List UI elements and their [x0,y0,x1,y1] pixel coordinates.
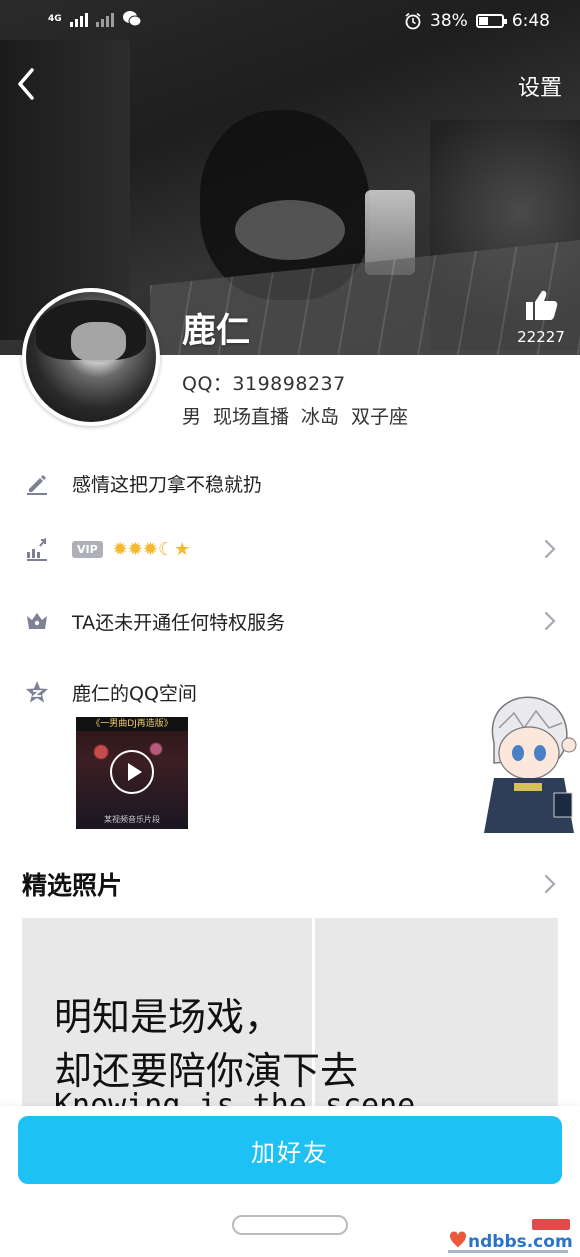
featured-photos-title: 精选照片 [22,871,123,900]
cover-cartoon-face [235,200,345,260]
ndbbs-watermark-logo: ndbbs.com [448,1219,572,1253]
qq-label: QQ： [182,373,233,395]
star-icon: ★ [174,539,191,560]
qzone-title: 鹿仁的QQ空间 [72,682,197,705]
play-icon[interactable] [110,750,154,794]
tag-location: 冰岛 [301,406,340,428]
back-button[interactable] [14,64,50,104]
chevron-left-icon [18,68,34,100]
battery-percent: 38% [430,11,468,31]
qq-level-icons: ✹✹✹☾★ [113,539,191,560]
avatar-hand [71,322,126,362]
tag-zodiac: 双子座 [351,406,409,428]
like-button[interactable]: 22227 [516,288,566,346]
privilege-row[interactable]: TA还未开通任何特权服务 [0,595,580,647]
signal-icon [69,11,88,27]
tag-gender: 男 [182,406,202,428]
thumbs-up-icon [526,290,558,320]
network-type: 4G [48,13,62,24]
vip-level-display: VIP ✹✹✹☾★ [72,538,190,560]
qzone-star-icon [26,681,48,703]
moon-icon: ☾ [157,539,175,560]
chevron-right-icon [544,611,556,631]
home-indicator[interactable] [232,1215,348,1235]
crown-icon [27,613,47,629]
vip-badge: VIP [72,541,103,558]
qzone-video-thumbnail[interactable]: 《一男曲DJ再造版》 某视频音乐片段 [76,717,188,829]
level-up-icon [27,537,47,561]
photo-text-line-1: 明知是场戏， [54,995,283,1039]
signature-text: 感情这把刀拿不稳就扔 [72,473,263,496]
tag-profession: 现场直播 [213,406,290,428]
clock-time: 6:48 [511,11,550,31]
vip-level-row[interactable]: VIP ✹✹✹☾★ [0,523,580,575]
avatar[interactable] [22,288,160,426]
featured-photo[interactable]: 明知是场戏， 却还要陪你演下去 Knowing is the scene, [22,918,558,1108]
like-count: 22227 [517,328,565,346]
signature-row[interactable]: 感情这把刀拿不稳就扔 [0,457,580,509]
add-friend-button[interactable]: 加好友 [18,1116,562,1184]
qq-number: 319898237 [232,373,346,395]
sun-icon: ✹ [127,539,143,560]
video-top-caption: 《一男曲DJ再造版》 [76,717,188,731]
alarm-icon [405,12,421,30]
sun-icon: ✹ [112,539,128,560]
photo-text-line-3: Knowing is the scene, [54,1088,434,1108]
chevron-right-icon [544,539,556,559]
chevron-right-icon[interactable] [542,873,558,895]
anime-character-sticker [484,696,577,833]
svg-text:ndbbs.com: ndbbs.com [468,1232,572,1252]
qq-number-line: QQ：319898237 [182,369,346,396]
sun-icon: ✹ [142,539,158,560]
video-bottom-caption: 某视频音乐片段 [104,815,160,824]
signal-icon-secondary [95,11,114,27]
edit-pencil-icon [27,475,47,495]
photo-text-line-2: 却还要陪你演下去 [54,1049,359,1093]
privilege-text: TA还未开通任何特权服务 [72,611,286,634]
profile-nickname: 鹿仁 [182,311,250,351]
status-bar: 4G 38% 6:48 [0,0,580,44]
wechat-icon [122,11,142,27]
profile-tags: 男 现场直播 冰岛 双子座 [182,402,408,429]
settings-button[interactable]: 设置 [518,70,562,102]
battery-icon [475,14,507,28]
